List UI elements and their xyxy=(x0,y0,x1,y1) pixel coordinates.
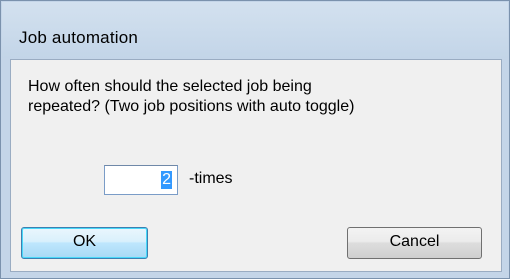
title-bar[interactable]: Job automation xyxy=(2,2,508,58)
prompt-message: How often should the selected job being … xyxy=(28,77,488,117)
times-label: -times xyxy=(189,170,233,187)
dialog-body: How often should the selected job being … xyxy=(10,59,502,272)
prompt-line-1: How often should the selected job being xyxy=(28,78,312,95)
cancel-button[interactable]: Cancel xyxy=(347,227,482,259)
prompt-line-2: repeated? (Two job positions with auto t… xyxy=(28,98,355,115)
job-automation-dialog: Job automation How often should the sele… xyxy=(0,0,510,279)
dialog-title: Job automation xyxy=(19,28,139,47)
ok-button[interactable]: OK xyxy=(21,227,148,259)
repeat-count-value: 2 xyxy=(161,171,172,189)
repeat-count-input[interactable]: 2 xyxy=(104,165,178,195)
